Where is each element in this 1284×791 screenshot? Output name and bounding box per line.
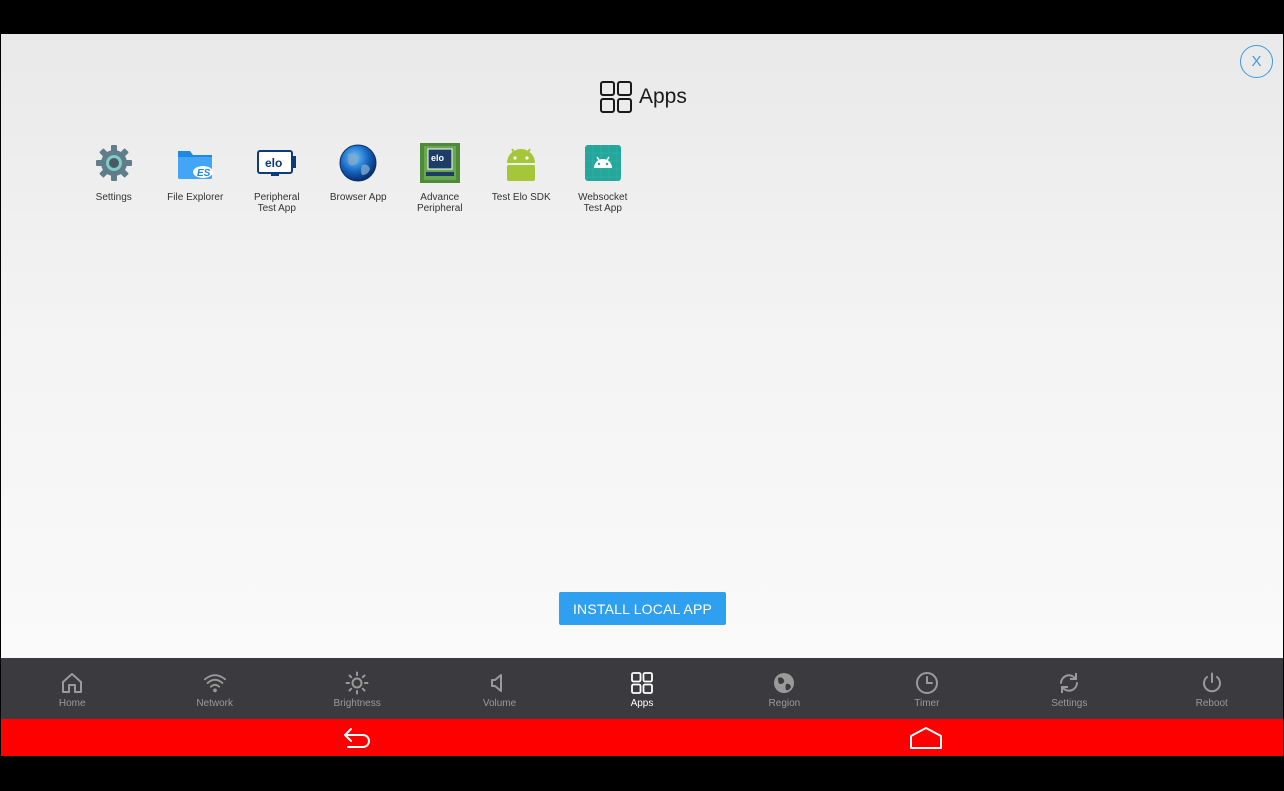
- svg-text:elo: elo: [431, 153, 445, 163]
- app-settings[interactable]: Settings: [73, 142, 155, 214]
- nav-label: Apps: [630, 697, 654, 709]
- home-outline-icon[interactable]: [909, 726, 943, 750]
- app-file-explorer[interactable]: ES File Explorer: [155, 142, 237, 214]
- app-peripheral-test[interactable]: elo Peripheral Test App: [236, 142, 318, 214]
- app-label: Advance Peripheral: [416, 192, 463, 214]
- android-tile-icon: [584, 145, 621, 181]
- page-title: Apps: [599, 80, 687, 114]
- clock-icon: [915, 671, 938, 694]
- home-icon: [62, 672, 83, 693]
- app-label: Browser App: [329, 192, 387, 203]
- grid-icon: [631, 671, 653, 694]
- apps-panel: X Apps Settings ES File Explorer elo Per…: [1, 34, 1283, 658]
- nav-label: Network: [196, 697, 233, 709]
- install-button-label: INSTALL LOCAL APP: [572, 600, 713, 617]
- bottom-black-bar: [0, 756, 1284, 791]
- install-local-app-button[interactable]: INSTALL LOCAL APP: [559, 592, 726, 625]
- nav-label: Reboot: [1195, 697, 1228, 709]
- android-icon: [507, 148, 536, 181]
- app-test-elo-sdk[interactable]: Test Elo SDK: [481, 142, 563, 214]
- nav-item-apps[interactable]: Apps: [571, 658, 713, 719]
- nav-item-volume[interactable]: Volume: [428, 658, 570, 719]
- bottom-nav: Home Network Brightness Volume Apps Regi…: [1, 658, 1283, 719]
- app-label: Peripheral Test App: [253, 192, 300, 214]
- nav-item-timer[interactable]: Timer: [856, 658, 998, 719]
- close-label: X: [1251, 53, 1262, 70]
- app-advance-peripheral[interactable]: elo Advance Peripheral: [399, 142, 481, 214]
- nav-item-brightness[interactable]: Brightness: [286, 658, 428, 719]
- app-grid: Settings ES File Explorer elo Peripheral…: [73, 142, 644, 214]
- sun-icon: [345, 671, 369, 694]
- app-label: Test Elo SDK: [491, 192, 551, 203]
- system-nav-bar: [1, 719, 1283, 756]
- speaker-icon: [490, 673, 502, 692]
- title-text: Apps: [639, 85, 687, 108]
- app-browser[interactable]: Browser App: [318, 142, 400, 214]
- nav-item-region[interactable]: Region: [713, 658, 855, 719]
- app-websocket-test[interactable]: Websocket Test App: [562, 142, 644, 214]
- nav-label: Region: [768, 697, 801, 709]
- globe-icon: [339, 144, 377, 182]
- close-button[interactable]: X: [1240, 45, 1273, 78]
- nav-item-home[interactable]: Home: [1, 658, 143, 719]
- nav-label: Volume: [482, 697, 517, 709]
- folder-icon: ES: [178, 151, 214, 179]
- back-arrow-icon[interactable]: [342, 725, 374, 751]
- gear-icon: [95, 145, 132, 181]
- nav-label: Timer: [914, 697, 940, 709]
- nav-item-reboot[interactable]: Reboot: [1141, 658, 1283, 719]
- nav-item-network[interactable]: Network: [143, 658, 285, 719]
- top-black-bar: [0, 0, 1284, 34]
- elo-monitor-icon: elo: [256, 150, 296, 176]
- grid-icon: [600, 81, 632, 113]
- svg-text:elo: elo: [265, 156, 282, 170]
- nav-label: Brightness: [333, 697, 381, 709]
- elo-display-icon: elo: [419, 143, 460, 183]
- app-label: File Explorer: [167, 192, 224, 203]
- wifi-icon: [203, 673, 226, 692]
- app-label: Websocket Test App: [578, 192, 628, 214]
- nav-item-settings[interactable]: Settings: [998, 658, 1140, 719]
- svg-text:ES: ES: [197, 168, 211, 179]
- nav-label: Home: [58, 697, 86, 709]
- globe-icon: [774, 672, 795, 693]
- nav-label: Settings: [1051, 697, 1088, 709]
- refresh-icon: [1060, 672, 1079, 693]
- app-label: Settings: [95, 192, 132, 203]
- power-icon: [1202, 672, 1221, 692]
